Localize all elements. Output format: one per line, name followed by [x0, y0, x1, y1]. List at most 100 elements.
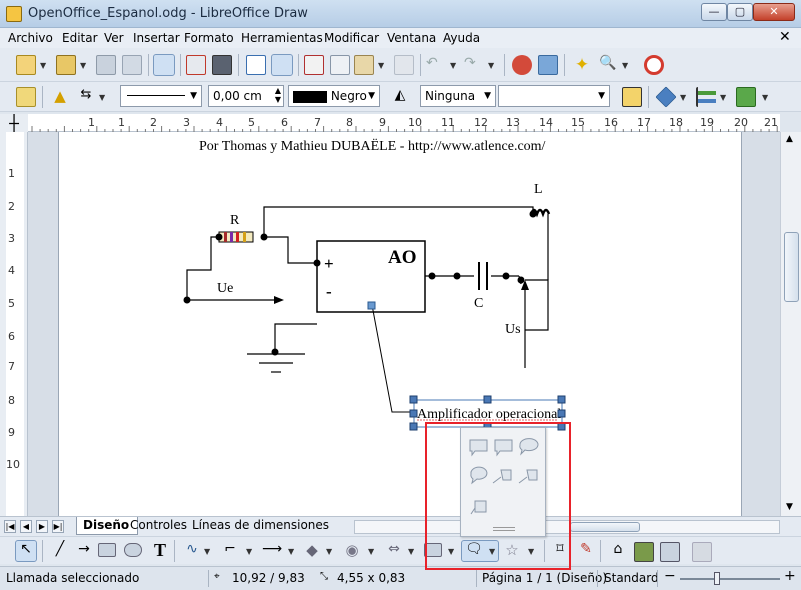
insert-image-icon[interactable] — [634, 542, 654, 562]
points-icon[interactable]: ⌑ — [550, 541, 570, 561]
transformations-dropdown-icon[interactable]: ▼ — [680, 93, 686, 102]
callouts-dropdown-icon[interactable]: ▼ — [489, 547, 495, 556]
zoom-slider-thumb[interactable] — [714, 572, 720, 585]
menu-modificar[interactable]: Modificar — [324, 31, 379, 45]
arrow-style-icon[interactable]: ⇆ — [76, 87, 96, 107]
chart-icon[interactable] — [512, 55, 532, 75]
fill-bucket-icon[interactable]: ◭ — [390, 87, 410, 107]
zoom-out-icon[interactable]: − — [664, 568, 676, 584]
styles-icon[interactable]: ▲ — [50, 87, 70, 107]
first-tab-icon[interactable]: |◀ — [4, 520, 16, 533]
paste-dropdown-icon[interactable]: ▼ — [378, 61, 384, 70]
menu-ver[interactable]: Ver — [104, 31, 124, 45]
horizontal-scroll-thumb[interactable] — [570, 522, 640, 532]
arrange-dropdown-icon[interactable]: ▼ — [762, 93, 768, 102]
line-color-select[interactable]: Negro ▼ — [288, 85, 380, 107]
gallery-icon[interactable] — [660, 542, 680, 562]
scroll-down-icon[interactable]: ▼ — [786, 502, 793, 512]
scroll-up-icon[interactable]: ▲ — [786, 134, 793, 144]
export-pdf-icon[interactable] — [186, 55, 206, 75]
menu-herramientas[interactable]: Herramientas — [241, 31, 323, 45]
help-lifebuoy-icon[interactable] — [644, 55, 664, 75]
save-icon[interactable] — [96, 55, 116, 75]
callout-line-3[interactable] — [470, 500, 487, 515]
vertical-scrollbar[interactable]: ▲ ▼ — [780, 132, 801, 516]
spellcheck-icon[interactable] — [246, 55, 266, 75]
autospellcheck-icon[interactable] — [271, 54, 293, 76]
clone-formatting-icon[interactable] — [394, 55, 414, 75]
menu-archivo[interactable]: Archivo — [8, 31, 53, 45]
print-icon[interactable] — [212, 55, 232, 75]
edit-file-icon[interactable] — [153, 54, 175, 76]
block-arrows-icon[interactable]: ⇔ — [384, 541, 404, 561]
menu-formato[interactable]: Formato — [184, 31, 234, 45]
circuit-diagram[interactable]: R L AO + - Ue C Us Amplificador operacio… — [59, 132, 743, 516]
horizontal-scrollbar[interactable] — [354, 520, 780, 534]
shadow-icon[interactable] — [622, 87, 642, 107]
copy-icon[interactable] — [330, 55, 350, 75]
zoom-dropdown-icon[interactable]: ▼ — [622, 61, 628, 70]
area-style-select[interactable]: Ninguna ▼ — [420, 85, 496, 107]
menu-editar[interactable]: Editar — [62, 31, 98, 45]
curve-tool-icon[interactable]: ∿ — [182, 541, 202, 561]
paste-icon[interactable] — [354, 55, 374, 75]
align-dropdown-icon[interactable]: ▼ — [720, 93, 726, 102]
open-folder-icon[interactable] — [56, 55, 76, 75]
extrusion-icon[interactable] — [692, 542, 712, 562]
symbol-shapes-icon[interactable]: ◉ — [342, 541, 362, 561]
stars-icon[interactable]: ☆ — [502, 541, 522, 561]
line-tool-icon[interactable]: ╱ — [50, 541, 70, 561]
undo-dropdown-icon[interactable]: ▼ — [450, 61, 456, 70]
text-tool-icon[interactable]: T — [150, 540, 170, 560]
undo-icon[interactable]: ↶ — [426, 55, 446, 75]
rectangle-tool-icon[interactable] — [98, 543, 116, 557]
basic-shapes-icon[interactable]: ◆ — [302, 541, 322, 561]
flowchart-dropdown-icon[interactable]: ▼ — [448, 547, 454, 556]
zoom-in-icon[interactable]: + — [784, 568, 796, 584]
callout-round[interactable] — [519, 438, 539, 456]
tab-controles[interactable]: Controles — [124, 517, 195, 535]
callout-rectangular[interactable] — [469, 439, 488, 457]
vertical-ruler[interactable]: 1 2 3 4 5 6 7 8 9 10 — [0, 132, 28, 516]
drawing-canvas[interactable]: Por Thomas y Mathieu DUBAËLE - http://ww… — [28, 132, 780, 516]
open-dropdown-icon[interactable]: ▼ — [80, 61, 86, 70]
symbol-shapes-dropdown-icon[interactable]: ▼ — [368, 547, 374, 556]
line-arrow-tool-icon[interactable]: → — [74, 541, 94, 561]
transformations-icon[interactable] — [655, 86, 677, 108]
new-dropdown-icon[interactable]: ▼ — [40, 61, 46, 70]
stars-dropdown-icon[interactable]: ▼ — [528, 547, 534, 556]
block-arrows-dropdown-icon[interactable]: ▼ — [408, 547, 414, 556]
select-pointer-icon[interactable]: ↖ — [15, 540, 37, 562]
close-document-icon[interactable]: ✕ — [779, 29, 791, 45]
email-icon[interactable] — [122, 55, 142, 75]
ellipse-tool-icon[interactable] — [124, 543, 142, 557]
arrange-icon[interactable] — [736, 87, 756, 107]
menu-ventana[interactable]: Ventana — [387, 31, 436, 45]
tab-lineas-dimensiones[interactable]: Líneas de dimensiones — [186, 517, 337, 535]
callout-line-1[interactable] — [492, 469, 512, 484]
cut-icon[interactable] — [304, 55, 324, 75]
ruler-corner-tab-icon[interactable]: ┼ — [0, 114, 28, 133]
new-document-icon[interactable] — [16, 55, 36, 75]
redo-icon[interactable]: ↷ — [464, 55, 484, 75]
drawing-page[interactable]: Por Thomas y Mathieu DUBAËLE - http://ww… — [58, 132, 742, 516]
callout-rounded-rectangular[interactable] — [494, 439, 513, 457]
align-icon[interactable] — [696, 87, 716, 107]
glue-points-icon[interactable]: ✎ — [576, 541, 596, 561]
redo-dropdown-icon[interactable]: ▼ — [488, 61, 494, 70]
vertical-scroll-thumb[interactable] — [784, 232, 799, 302]
line-style-select[interactable]: ▼ — [120, 85, 202, 107]
close-window-button[interactable]: ✕ — [753, 3, 795, 21]
callout-line-2[interactable] — [518, 469, 538, 484]
menu-insertar[interactable]: Insertar — [133, 31, 180, 45]
gallery-star-icon[interactable]: ✦ — [572, 55, 592, 75]
connector-tool-icon[interactable]: ⌐ — [220, 541, 240, 561]
area-dialog-icon[interactable] — [16, 87, 36, 107]
callout-cloud[interactable] — [470, 466, 488, 485]
arrow-style-dropdown-icon[interactable]: ▼ — [99, 93, 105, 102]
horizontal-ruler[interactable]: 1 1 2 3 4 5 6 7 8 9 10 11 12 13 14 15 16… — [28, 114, 780, 132]
curve-dropdown-icon[interactable]: ▼ — [204, 547, 210, 556]
lines-arrows-icon[interactable]: ⟶ — [262, 541, 282, 561]
basic-shapes-dropdown-icon[interactable]: ▼ — [326, 547, 332, 556]
maximize-button[interactable]: ▢ — [727, 3, 753, 21]
